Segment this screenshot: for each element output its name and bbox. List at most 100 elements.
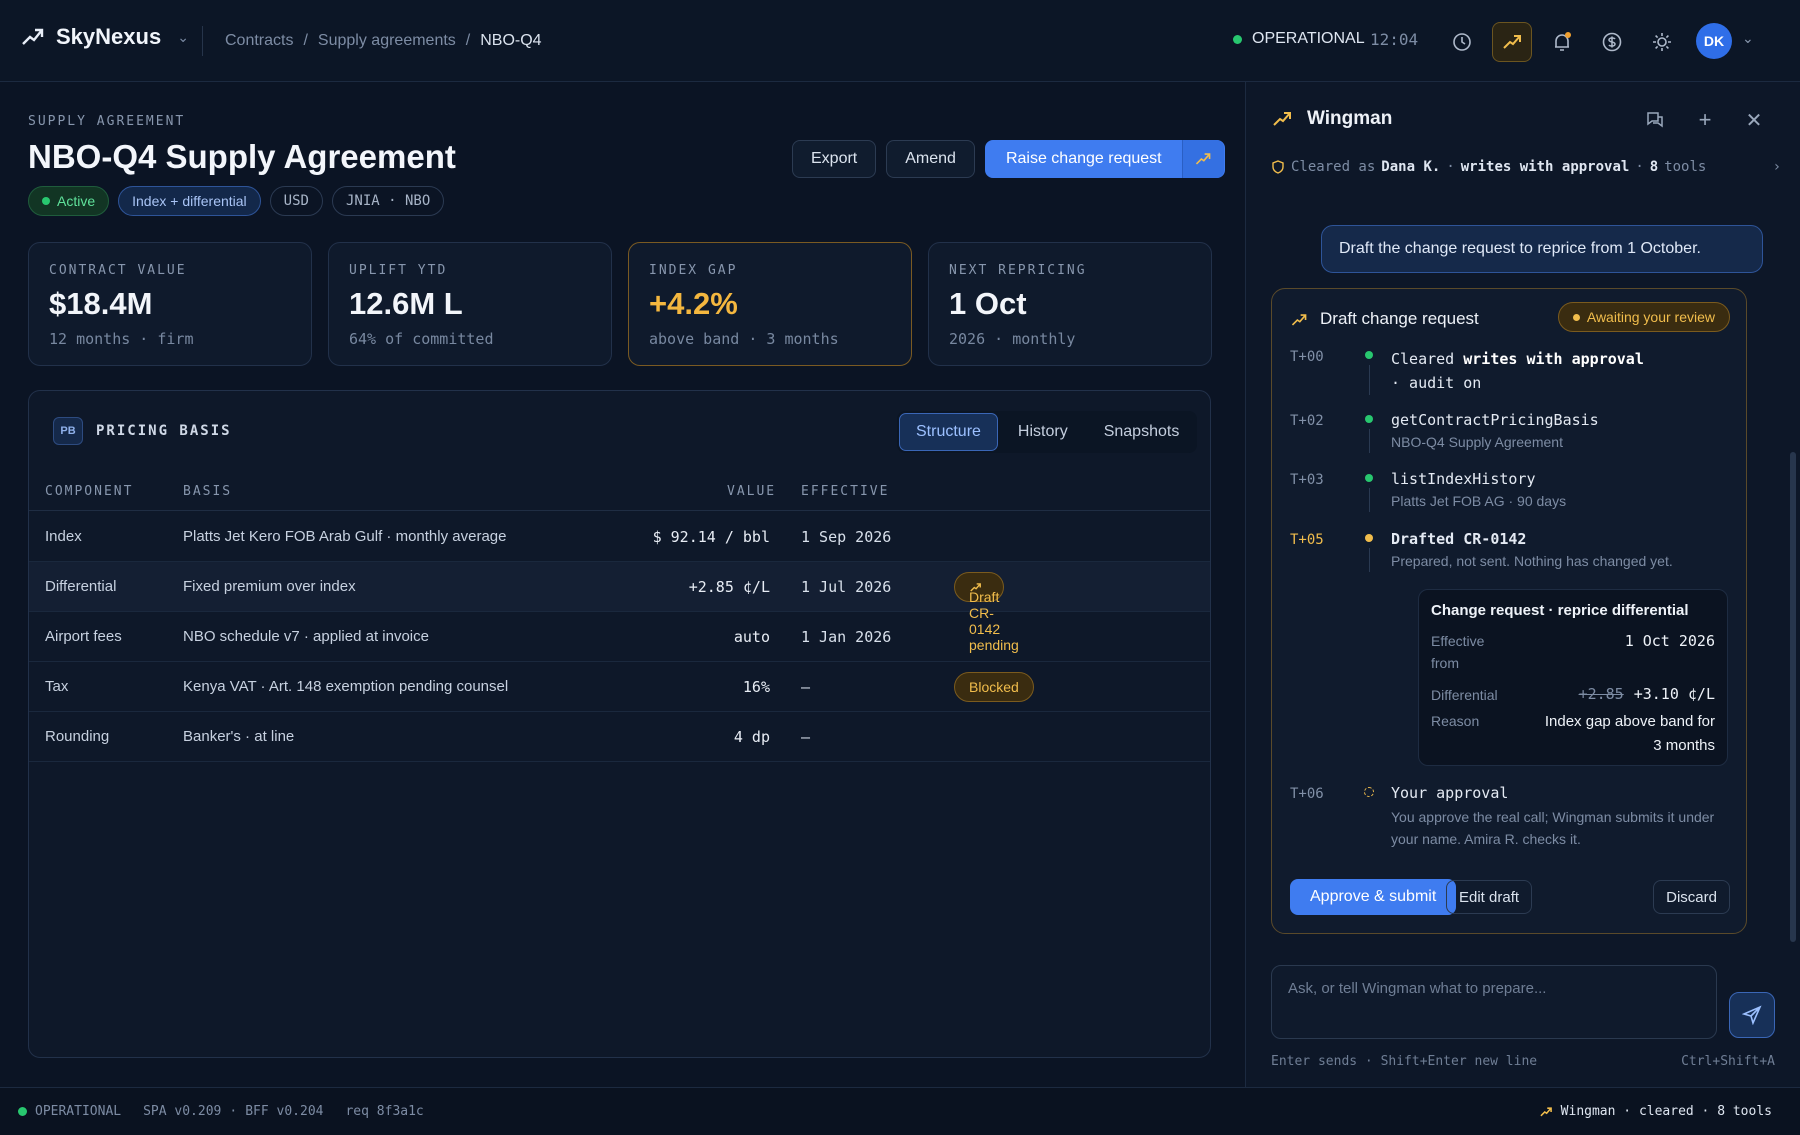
column-header-basis: BASIS [183,484,233,499]
awaiting-review-label: Awaiting your review [1586,309,1715,325]
differential-value: +2.85 +3.10 ¢/L [1578,685,1715,703]
header-actions: Export Amend Raise change request [792,140,1225,178]
change-request-preview: Change request · reprice differential Ef… [1418,589,1728,766]
system-status-label: OPERATIONAL [1252,30,1365,47]
approve-submit-button[interactable]: Approve & submit [1290,879,1457,915]
step-done-icon [1365,415,1373,423]
blocked-badge[interactable]: Blocked [954,672,1034,702]
table-row[interactable]: Differential Fixed premium over index +2… [29,562,1210,653]
kpi-sub: 12 months · firm [49,330,194,348]
breadcrumb-separator: / [303,32,308,49]
request-id: req 8f3a1c [345,1104,424,1119]
main-content: SUPPLY AGREEMENT NBO-Q4 Supply Agreement… [0,82,1245,1087]
effective-value: 1 Oct 2026 [1624,632,1715,650]
timeline-line [1369,548,1370,572]
brand-switcher[interactable]: SkyNexus ⌄ [20,24,189,50]
kpi-label: NEXT REPRICING [949,263,1087,278]
chevron-down-icon[interactable]: ⌄ [1742,30,1754,47]
wingman-toggle-button[interactable] [1492,22,1532,62]
close-icon: ✕ [1745,109,1763,132]
theme-toggle-button[interactable] [1642,22,1682,62]
avatar[interactable]: DK [1696,23,1732,59]
cell-value: 16% [742,678,770,696]
cell-component: Airport fees [45,628,122,645]
clearance-tools-label: tools [1664,159,1707,175]
timeline-step: T+00 Cleared writes with approval · audit… [1290,347,1730,407]
cell-value: $ 92.14 / bbl [652,528,770,546]
chat-icon [1647,112,1663,128]
cell-basis: Platts Jet Kero FOB Arab Gulf · monthly … [183,528,507,545]
timeline-step: T+06 Your approval You approve the real … [1290,784,1730,854]
currency-tag: USD [269,186,323,216]
wingman-title: Wingman [1307,108,1393,129]
separator: · [1635,159,1644,175]
footer-status: OPERATIONAL [18,1104,121,1119]
breadcrumb-contracts[interactable]: Contracts [225,32,293,50]
step-sub: You approve the real call; Wingman submi… [1391,809,1715,847]
kpi-next-repricing: NEXT REPRICING 1 Oct 2026 · monthly [928,242,1212,366]
cell-effective: 1 Jan 2026 [801,628,892,646]
step-sub: NBO-Q4 Supply Agreement [1391,434,1563,450]
cell-basis: NBO schedule v7 · applied at invoice [183,628,429,645]
amend-button[interactable]: Amend [886,140,975,178]
wingman-input[interactable]: Ask, or tell Wingman what to prepare... [1271,965,1717,1039]
tab-structure[interactable]: Structure [899,413,998,451]
tab-history[interactable]: History [1002,413,1084,451]
billing-button[interactable] [1592,22,1632,62]
system-status: OPERATIONAL [1233,30,1365,48]
step-time: T+05 [1290,532,1324,548]
send-button[interactable] [1729,992,1775,1038]
bff-version: BFF v0.204 [245,1104,324,1119]
kpi-sub: 64% of committed [349,330,494,348]
cell-basis: Fixed premium over index [183,578,356,595]
send-icon [1742,1005,1762,1025]
spa-version: SPA v0.209 [143,1104,222,1119]
timeline-line [1369,365,1370,395]
clearance-bar[interactable]: Cleared as Dana K. · writes with approva… [1271,152,1781,182]
table-header: COMPONENT BASIS VALUE EFFECTIVE [29,471,1210,511]
step-time: T+06 [1290,786,1324,802]
dollar-icon [1602,32,1622,52]
discard-button[interactable]: Discard [1653,880,1730,914]
effective-label: Effective from [1431,633,1485,671]
close-panel-button[interactable]: ✕ [1740,106,1768,134]
step-time: T+00 [1290,349,1324,365]
table-row[interactable]: Airport fees NBO schedule v7 · applied a… [29,612,1210,662]
edit-draft-button[interactable]: Edit draft [1446,880,1533,914]
conversations-button[interactable] [1641,106,1669,134]
table-row[interactable]: Tax Kenya VAT · Art. 148 exemption pendi… [29,662,1210,712]
jet-icon [1195,153,1211,165]
new-chat-button[interactable]: + [1691,106,1719,134]
kpi-value: $18.4M [49,286,153,321]
table-row[interactable]: Index Platts Jet Kero FOB Arab Gulf · mo… [29,512,1210,562]
clearance-tools-count: 8 [1649,159,1659,175]
wingman-assist-button[interactable] [1181,140,1224,178]
draft-pending-badge[interactable]: Draft CR-0142 pending [954,572,1019,653]
history-button[interactable] [1442,22,1482,62]
step-heading: Drafted CR-0142 [1391,530,1527,548]
jet-icon [1291,314,1307,326]
status-dot-icon [1233,34,1242,44]
jet-icon [1540,1106,1552,1116]
export-button[interactable]: Export [792,140,877,178]
footer-wingman-status[interactable]: Wingman · cleared · 8 tools [1539,1104,1772,1119]
step-heading: Cleared writes with approval · audit on [1391,350,1644,392]
cell-effective: 1 Jul 2026 [801,578,892,596]
kpi-sub: above band · 3 months [649,330,839,348]
breadcrumb: Contracts / Supply agreements / NBO-Q4 [202,26,542,56]
table-row[interactable]: Rounding Banker's · at line 4 dp — [29,712,1210,762]
plus-icon: + [1698,107,1712,132]
panel-scrollbar[interactable] [1790,452,1796,942]
breadcrumb-supply-agreements[interactable]: Supply agreements [318,32,456,50]
clock-icon [1453,33,1471,51]
raise-change-request-button[interactable]: Raise change request [984,140,1225,178]
jet-icon [1503,35,1521,49]
differential-label: Differential [1431,687,1498,703]
separator: · [229,1104,238,1119]
notifications-button[interactable] [1542,22,1582,62]
step-done-icon [1365,351,1373,359]
column-header-value: VALUE [727,484,777,499]
clearance-mode: writes with approval [1460,159,1630,175]
tab-snapshots[interactable]: Snapshots [1088,413,1196,451]
kpi-index-gap: INDEX GAP +4.2% above band · 3 months [628,242,912,366]
